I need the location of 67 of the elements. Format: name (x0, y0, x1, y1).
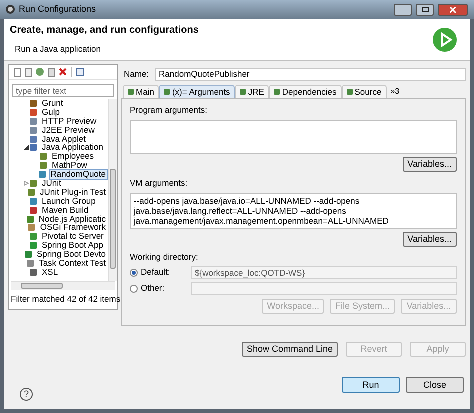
tree-item[interactable]: Node.js Applicatic (36, 214, 108, 224)
filter-field[interactable]: type filter text (12, 84, 114, 97)
radio-button[interactable] (130, 268, 138, 277)
tree-item[interactable]: JUnit (40, 178, 64, 189)
document-icon[interactable] (25, 68, 32, 76)
tab-icon (164, 89, 170, 95)
tree-item[interactable]: Task Context Test (37, 258, 108, 269)
button[interactable]: Close (406, 377, 464, 393)
delete-icon[interactable] (59, 68, 67, 76)
directory-field[interactable]: ${workspace_loc:QOTD-WS} (191, 266, 457, 280)
tab[interactable]: Source (342, 85, 387, 98)
tree-item[interactable]: Employees (50, 151, 96, 162)
maximize-button[interactable] (416, 4, 434, 16)
section-label: Program arguments: (130, 104, 208, 117)
tree-item[interactable]: Spring Boot Devto (35, 249, 108, 260)
close-button[interactable] (438, 4, 468, 16)
section-label: VM arguments: (130, 176, 189, 190)
button[interactable]: Show Command Line (242, 342, 338, 357)
help-icon[interactable]: ? (20, 388, 33, 401)
window-title: Run Configurations (19, 2, 96, 16)
tab[interactable]: (x)= Arguments (159, 85, 236, 98)
radio-label: Default: (141, 266, 172, 280)
button[interactable]: Run (342, 377, 400, 393)
horizontal-scrollbar[interactable] (11, 281, 115, 290)
tree-item[interactable]: Maven Build (40, 204, 91, 216)
tree-item[interactable]: Pivotal tc Server (40, 231, 106, 242)
tab-icon (346, 89, 353, 95)
section-label: Working directory: (130, 250, 200, 264)
name-field[interactable]: RandomQuotePublisher (155, 68, 466, 80)
close-icon (450, 6, 456, 12)
gear-icon (6, 5, 15, 14)
vm-arguments-field[interactable]: --add-opens java.base/java.io=ALL-UNNAMED --add-opens java.base/java.lang.reflect=ALL-UNNAMED --add-opens java.management/javax.management.openmbean=ALL-UNNAMED (130, 192, 457, 228)
tab[interactable]: JRE (235, 85, 270, 98)
tree-item[interactable]: Grunt (40, 99, 66, 109)
radio-button[interactable] (130, 284, 138, 293)
program-arguments-field[interactable] (130, 120, 457, 154)
tree-item[interactable]: RandomQuote (48, 169, 108, 180)
button[interactable]: Variables... (402, 156, 457, 172)
copy-icon[interactable] (48, 68, 55, 76)
tree-item[interactable]: Launch Group (40, 196, 98, 207)
tab-icon (240, 89, 246, 95)
minimize-button[interactable] (394, 4, 412, 16)
expanded-triangle-icon[interactable] (24, 145, 29, 150)
collapsed-triangle-icon[interactable] (24, 180, 29, 186)
button[interactable]: Variables... (402, 232, 457, 246)
header-title: Create, manage, and run configurations (10, 24, 200, 38)
tree-item[interactable]: Java Application (40, 142, 106, 154)
more-tabs[interactable]: »3 (386, 86, 404, 98)
tree-item[interactable]: Spring Boot App (40, 240, 106, 252)
tab[interactable]: Main (123, 85, 160, 98)
tree-item[interactable]: MathPow (50, 160, 90, 172)
tree-item[interactable]: J2EE Preview (40, 124, 97, 136)
vertical-scrollbar[interactable] (108, 99, 117, 282)
radio-label: Other: (141, 282, 166, 296)
tab[interactable]: Dependencies (269, 85, 342, 98)
directory-field[interactable] (191, 282, 457, 296)
tree-item[interactable]: JUnit Plug-in Test (38, 186, 108, 198)
tab-icon (274, 89, 280, 95)
run-icon (432, 26, 458, 52)
name-label: Name: (123, 68, 150, 80)
tab-icon (128, 89, 134, 95)
tree-item[interactable]: XSL (40, 266, 60, 278)
tree-item[interactable]: Gulp (40, 106, 62, 118)
tree-item[interactable]: Java Applet (40, 134, 88, 144)
header-subtitle: Run a Java application (14, 43, 102, 56)
tree-item[interactable]: HTTP Preview (40, 116, 99, 127)
new-file-icon[interactable] (14, 68, 21, 76)
